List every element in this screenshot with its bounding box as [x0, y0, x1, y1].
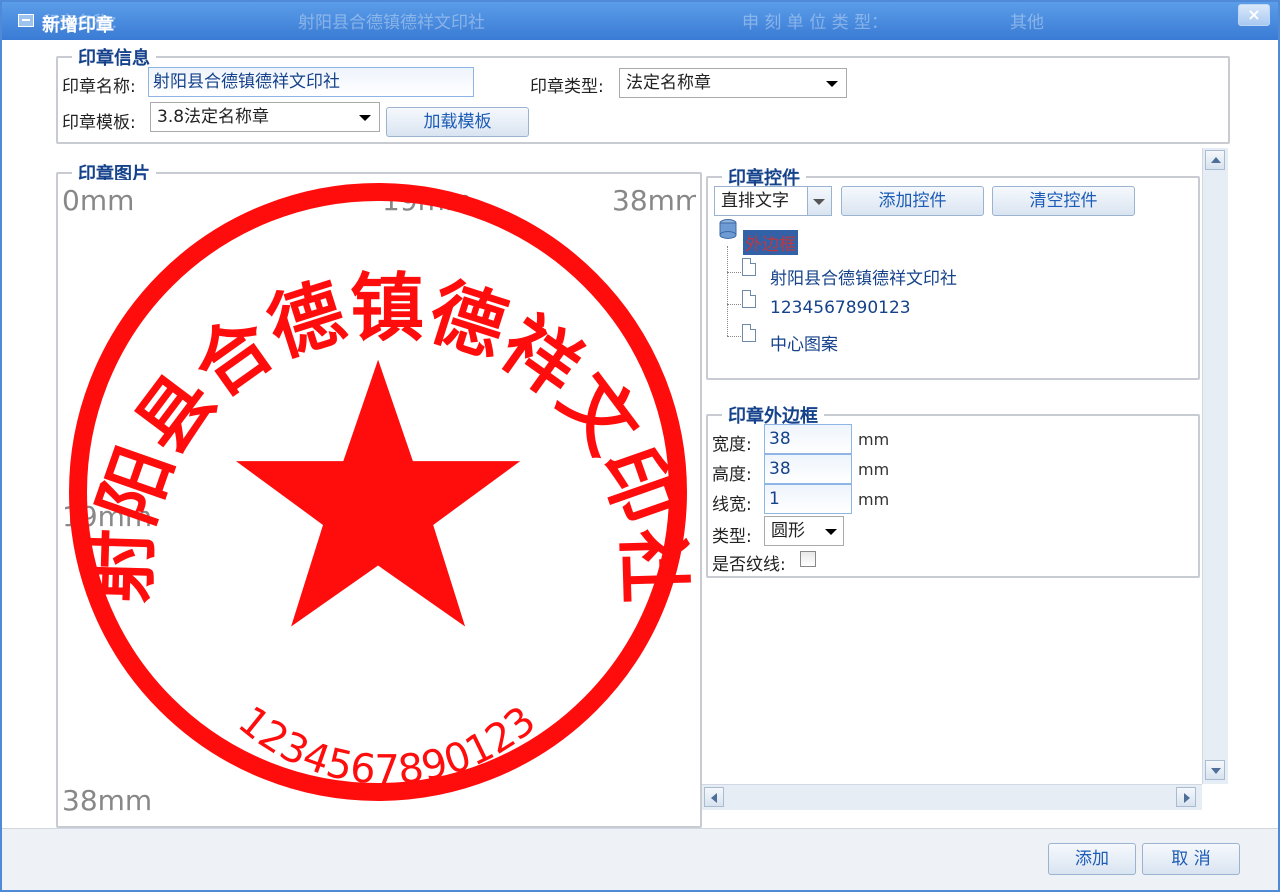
seal-type-select[interactable]: 法定名称章: [619, 68, 847, 98]
scroll-down-button[interactable]: [1205, 760, 1225, 780]
seal-name-label: 印章名称:: [62, 77, 136, 97]
width-input[interactable]: 38: [764, 424, 852, 454]
line-width-unit: mm: [858, 490, 890, 509]
chevron-down-icon: [813, 199, 825, 205]
seal-type-value: 法定名称章: [626, 73, 711, 93]
seal-template-value: 3.8法定名称章: [157, 107, 270, 127]
scroll-up-button[interactable]: [1205, 150, 1225, 170]
tree-connector: [727, 304, 741, 305]
dialog-footer: 添加 取 消: [2, 828, 1278, 890]
chevron-down-icon: [826, 81, 838, 87]
vertical-scrollbar[interactable]: [1202, 148, 1228, 784]
seal-template-label: 印章模板:: [62, 113, 136, 133]
line-width-input[interactable]: 1: [764, 484, 852, 514]
title-bar[interactable]: 印章名称： 射阳县合德镇德祥文印社 申 刻 单 位 类 型： 其他 新增印章 ×: [2, 2, 1278, 40]
window-icon: [18, 14, 34, 27]
seal-preview[interactable]: 0mm 19mm 38mm 19mm 38mm 射阳县合德镇德祥文印社 1234…: [62, 180, 698, 824]
border-type-label: 类型:: [712, 527, 752, 547]
height-unit: mm: [858, 460, 890, 479]
tree-item-center-pattern[interactable]: 中心图案: [770, 330, 838, 355]
width-unit: mm: [858, 430, 890, 449]
tree-item-number[interactable]: 1234567890123: [770, 298, 911, 318]
tree-connector: [727, 246, 728, 336]
close-button[interactable]: ×: [1238, 4, 1270, 26]
tree-item-arc-text[interactable]: 射阳县合德镇德祥文印社: [770, 264, 957, 289]
document-icon: [742, 258, 756, 276]
load-template-button[interactable]: 加载模板: [386, 107, 529, 137]
width-label: 宽度:: [712, 435, 752, 455]
chevron-down-icon: [359, 115, 371, 121]
seal-type-label: 印章类型:: [530, 77, 604, 97]
cancel-button[interactable]: 取 消: [1142, 843, 1240, 875]
ghost-name-value: 射阳县合德镇德祥文印社: [298, 13, 485, 33]
seal-name-input[interactable]: 射阳县合德镇德祥文印社: [148, 67, 474, 97]
arrow-up-icon: [1211, 157, 1221, 163]
height-label: 高度:: [712, 465, 752, 485]
height-input[interactable]: 38: [764, 454, 852, 484]
control-type-dropdown[interactable]: [807, 187, 831, 215]
arrow-left-icon: [711, 793, 717, 803]
tree-connector: [727, 336, 741, 337]
ghost-unit-type-label: 申 刻 单 位 类 型：: [742, 13, 889, 33]
seal-info-legend: 印章信息: [78, 48, 150, 69]
horizontal-scrollbar[interactable]: [702, 784, 1202, 810]
database-icon: [719, 219, 737, 239]
scroll-right-button[interactable]: [1176, 787, 1196, 807]
border-type-value: 圆形: [771, 521, 805, 541]
chevron-down-icon: [825, 529, 837, 535]
document-icon: [742, 324, 756, 342]
pattern-line-label: 是否纹线:: [712, 555, 786, 575]
arrow-down-icon: [1211, 768, 1221, 774]
control-type-select[interactable]: 直排文字: [714, 186, 832, 216]
seal-stamp: 射阳县合德镇德祥文印社 1234567890123: [69, 183, 696, 801]
control-type-value: 直排文字: [721, 191, 789, 211]
scroll-left-button[interactable]: [704, 787, 724, 807]
tree-connector: [727, 272, 741, 273]
document-icon: [742, 290, 756, 308]
add-button[interactable]: 添加: [1048, 843, 1136, 875]
arrow-right-icon: [1184, 793, 1190, 803]
ghost-unit-type-value: 其他: [1010, 13, 1044, 33]
border-type-select[interactable]: 圆形: [764, 516, 844, 546]
add-control-button[interactable]: 添加控件: [841, 186, 984, 216]
line-width-label: 线宽:: [712, 495, 752, 515]
clear-control-button[interactable]: 清空控件: [992, 186, 1135, 216]
star-icon: [236, 359, 521, 627]
dialog-title: 新增印章: [42, 15, 114, 36]
pattern-line-checkbox[interactable]: [800, 551, 816, 567]
new-seal-dialog: 印章名称： 射阳县合德镇德祥文印社 申 刻 单 位 类 型： 其他 新增印章 ×…: [0, 0, 1280, 892]
tree-root-outer-border[interactable]: 外边框: [743, 230, 798, 255]
seal-template-select[interactable]: 3.8法定名称章: [150, 102, 380, 132]
